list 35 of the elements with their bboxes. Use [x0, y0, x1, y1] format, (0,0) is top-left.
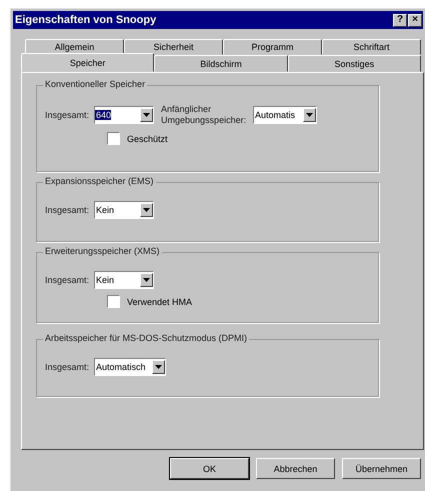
help-button[interactable]: ? [393, 14, 407, 26]
dropdown[interactable]: Kein [94, 271, 154, 289]
group-title: Konventioneller Speicher [43, 79, 148, 89]
dialog-button[interactable]: OK [170, 458, 249, 479]
tab[interactable]: Schriftart [322, 39, 421, 55]
dropdown-value: Kein [95, 275, 114, 285]
dropdown-value: Automatisch [95, 362, 146, 372]
dropdown-value: 640 [95, 110, 112, 120]
field-label: Anfänglicher Umgebungsspeicher: [161, 104, 248, 126]
group-title: Arbeitsspeicher für MS-DOS-Schutzmodus (DPMI) [43, 333, 250, 343]
dropdown-value: Kein [95, 205, 114, 215]
dropdown[interactable]: Automatisch [94, 358, 166, 376]
field-label: Insgesamt: [45, 275, 90, 285]
checkbox-label: Geschützt [127, 134, 168, 144]
close-button[interactable]: × [408, 14, 422, 26]
group-title: Expansionsspeicher (EMS) [43, 176, 156, 186]
field-label: Insgesamt: [45, 110, 90, 120]
tab[interactable]: Sicherheit [124, 39, 223, 55]
dialog-button[interactable]: Übernehmen [342, 458, 421, 479]
field-label: Insgesamt: [45, 362, 90, 372]
dialog-button[interactable]: Abbrechen [256, 458, 335, 479]
dropdown-value: Automatis [254, 110, 296, 120]
field-label: Insgesamt: [45, 205, 90, 215]
checkbox[interactable] [107, 295, 120, 308]
tab[interactable]: Speicher [21, 53, 154, 72]
tab[interactable]: Programm [223, 39, 322, 55]
checkbox-label: Verwendet HMA [127, 296, 192, 306]
tab[interactable]: Bildschirm [154, 55, 288, 72]
dropdown[interactable]: Automatis [253, 106, 318, 124]
dropdown[interactable]: Kein [94, 201, 154, 219]
window-title: Eigenschaften von Snoopy [15, 14, 158, 26]
checkbox[interactable] [107, 132, 120, 145]
tab[interactable]: Sonstiges [288, 55, 421, 72]
group-title: Erweiterungsspeicher (XMS) [43, 246, 162, 256]
dropdown[interactable]: 640 [94, 106, 154, 124]
